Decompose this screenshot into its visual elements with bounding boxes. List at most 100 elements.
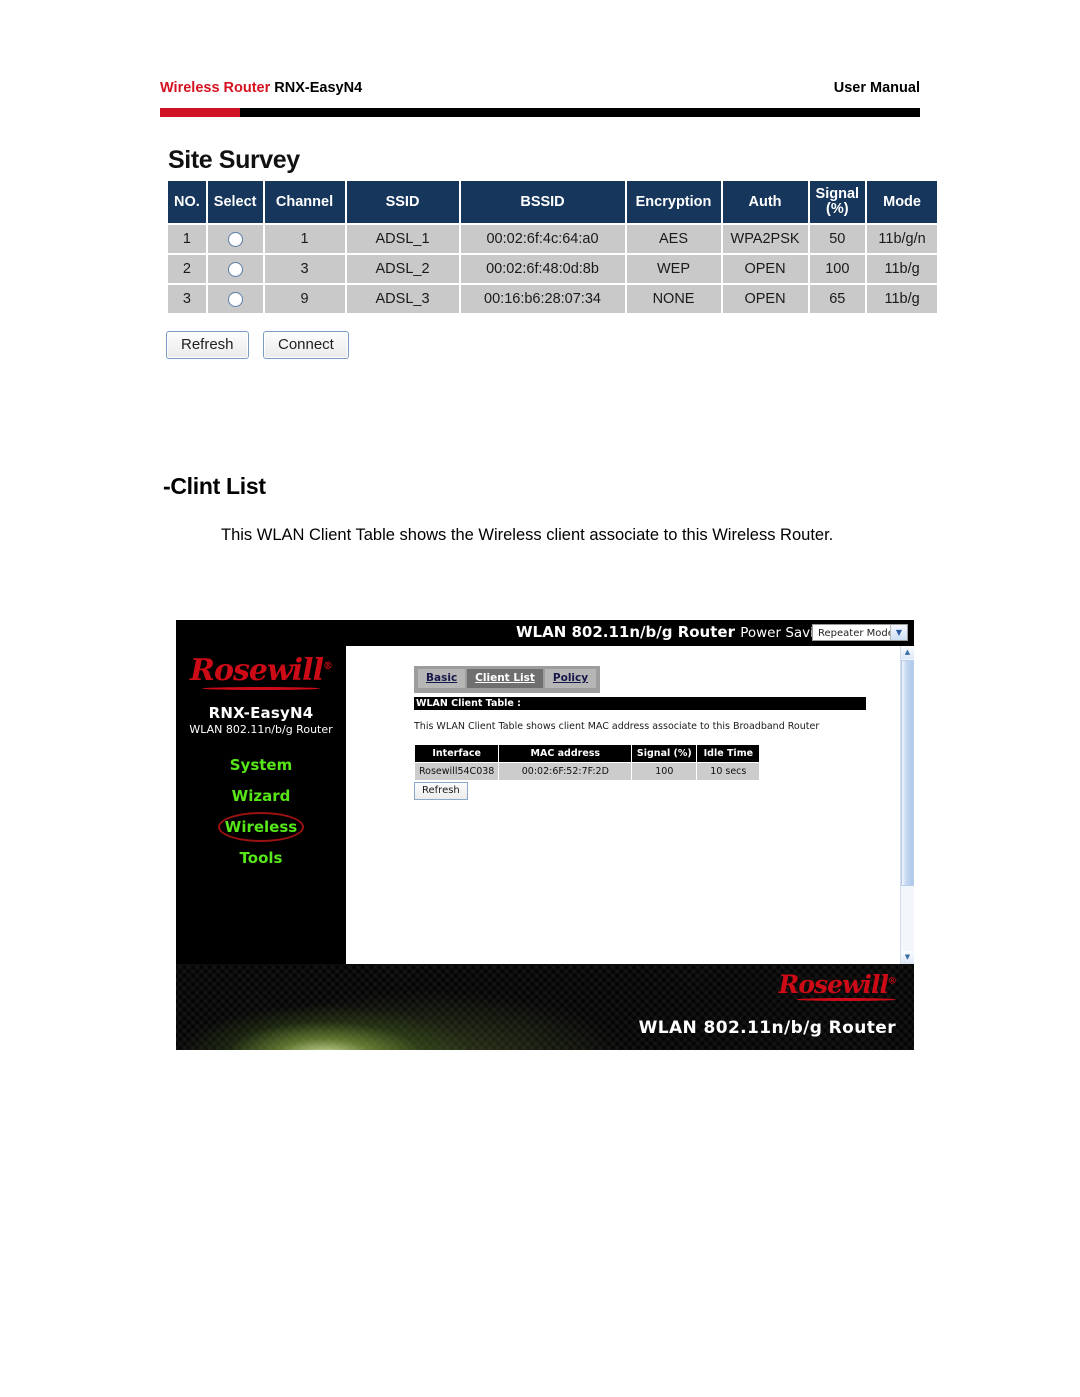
sidebar-item-system[interactable]: System: [176, 756, 346, 774]
column-header-channel: Channel: [264, 181, 345, 224]
cell-interface: Rosewill54C038: [415, 763, 499, 780]
page-title: -Clint List: [163, 473, 266, 499]
cell-channel: 1: [264, 225, 345, 254]
page-header: Wireless Router RNX-EasyN4 User Manual: [160, 80, 920, 120]
cell-select[interactable]: [207, 225, 263, 254]
wlan-client-table: Interface MAC address Signal (%) Idle Ti…: [414, 744, 760, 781]
mode-select[interactable]: Repeater Mode ▼: [812, 624, 908, 641]
column-header-signal-line1: Signal: [815, 186, 860, 202]
registered-mark-icon: ®: [888, 976, 897, 987]
vertical-scrollbar[interactable]: ▲ ▼: [900, 646, 914, 964]
header-product-model: RNX-EasyN4: [274, 80, 363, 96]
rosewill-banner-logo-text: Rosewill: [778, 970, 889, 999]
cell-bssid: 00:16:b6:28:07:34: [460, 285, 625, 314]
refresh-button[interactable]: Refresh: [166, 331, 249, 360]
router-sidebar: Rosewill® RNX-EasyN4 WLAN 802.11n/b/g Ro…: [176, 646, 346, 964]
tab-basic[interactable]: Basic: [418, 669, 466, 688]
mode-select-value: Repeater Mode: [818, 628, 894, 639]
radio-button-icon[interactable]: [227, 262, 243, 278]
client-refresh-button[interactable]: Refresh: [414, 782, 468, 800]
sidebar-item-wizard[interactable]: Wizard: [176, 787, 346, 805]
cell-mac: 00:02:6F:52:7F:2D: [499, 763, 632, 780]
router-topbar: WLAN 802.11n/b/g Router Power Saving Edi…: [176, 620, 914, 646]
site-survey-table: NO. Select Channel SSID BSSID Encryption…: [166, 179, 940, 316]
table-row: 3 9 ADSL_3 00:16:b6:28:07:34 NONE OPEN 6…: [168, 285, 938, 314]
column-header-encryption: Encryption: [626, 181, 721, 224]
section-paragraph: This WLAN Client Table shows the Wireles…: [193, 520, 920, 550]
cell-auth: OPEN: [722, 285, 808, 314]
table-row: Rosewill54C038 00:02:6F:52:7F:2D 100 10 …: [415, 763, 760, 780]
cell-no: 2: [168, 255, 206, 284]
scroll-down-arrow-icon[interactable]: ▼: [901, 951, 914, 964]
column-header-interface: Interface: [415, 745, 499, 762]
cell-bssid: 00:02:6f:48:0d:8b: [460, 255, 625, 284]
cell-mode: 11b/g/n: [867, 225, 938, 254]
table-row: 1 1 ADSL_1 00:02:6f:4c:64:a0 AES WPA2PSK…: [168, 225, 938, 254]
section-paragraph-text: This WLAN Client Table shows the Wireles…: [221, 526, 834, 544]
header-product-label: Wireless Router RNX-EasyN4: [160, 80, 362, 96]
cell-idle-time: 10 secs: [697, 763, 760, 780]
cell-encryption: WEP: [626, 255, 721, 284]
cell-signal: 50: [809, 225, 866, 254]
cell-ssid: ADSL_1: [346, 225, 459, 254]
rosewill-logo: Rosewill®: [176, 646, 346, 690]
cell-signal: 100: [809, 255, 866, 284]
scrollbar-thumb[interactable]: [901, 660, 914, 886]
sidebar-item-wireless[interactable]: Wireless: [176, 818, 346, 836]
cell-no: 1: [168, 225, 206, 254]
sidebar-item-tools[interactable]: Tools: [176, 849, 346, 867]
router-banner-title: WLAN 802.11n/b/g Router: [638, 1018, 896, 1038]
table-row: 2 3 ADSL_2 00:02:6f:48:0d:8b WEP OPEN 10…: [168, 255, 938, 284]
cell-ssid: ADSL_3: [346, 285, 459, 314]
column-header-mode: Mode: [867, 181, 938, 224]
cell-auth: WPA2PSK: [722, 225, 808, 254]
cell-signal: 65: [809, 285, 866, 314]
column-header-idle-time: Idle Time: [697, 745, 760, 762]
column-header-no: NO.: [168, 181, 206, 224]
header-rule: [160, 108, 920, 117]
cell-encryption: AES: [626, 225, 721, 254]
router-admin-screenshot: WLAN 802.11n/b/g Router Power Saving Edi…: [176, 620, 914, 1050]
column-header-signal: Signal (%): [809, 181, 866, 224]
cell-select[interactable]: [207, 285, 263, 314]
router-topbar-title-bold: WLAN 802.11n/b/g Router: [516, 623, 735, 641]
router-sidebar-menu: System Wizard Wireless Tools: [176, 756, 346, 867]
cell-signal: 100: [632, 763, 697, 780]
column-header-bssid: BSSID: [460, 181, 625, 224]
column-header-select: Select: [207, 181, 263, 224]
connect-button[interactable]: Connect: [262, 331, 349, 360]
header-doc-type: User Manual: [833, 80, 920, 96]
cell-mode: 11b/g: [867, 285, 938, 314]
cell-select[interactable]: [207, 255, 263, 284]
rosewill-logo-text: Rosewill: [190, 653, 324, 688]
radio-button-icon[interactable]: [227, 232, 243, 248]
client-table-heading: WLAN Client Table :: [414, 697, 866, 710]
tab-client-list[interactable]: Client List: [467, 669, 543, 688]
sidebar-model-name: RNX-EasyN4: [208, 704, 314, 722]
client-table-description: This WLAN Client Table shows client MAC …: [414, 721, 820, 732]
rosewill-banner-logo: Rosewill®: [778, 970, 897, 1001]
scroll-up-arrow-icon[interactable]: ▲: [901, 646, 914, 659]
router-tab-bar: Basic Client List Policy: [414, 666, 601, 693]
cell-mode: 11b/g: [867, 255, 938, 284]
cell-ssid: ADSL_2: [346, 255, 459, 284]
cell-bssid: 00:02:6f:4c:64:a0: [460, 225, 625, 254]
site-survey-actions: Refresh Connect: [166, 331, 939, 360]
column-header-mac: MAC address: [499, 745, 632, 762]
registered-mark-icon: ®: [322, 661, 333, 672]
router-content-pane: Basic Client List Policy WLAN Client Tab…: [346, 646, 914, 964]
sidebar-model-subtitle: WLAN 802.11n/b/g Router: [189, 723, 333, 736]
column-header-auth: Auth: [722, 181, 808, 224]
cell-encryption: NONE: [626, 285, 721, 314]
chevron-down-icon[interactable]: ▼: [890, 625, 907, 640]
cell-channel: 3: [264, 255, 345, 284]
site-survey-section: Site Survey NO. Select Channel SSID BSSI…: [166, 146, 940, 360]
tab-policy[interactable]: Policy: [544, 669, 597, 688]
radio-button-icon[interactable]: [227, 292, 243, 308]
site-survey-title: Site Survey: [168, 146, 300, 174]
column-header-signal: Signal (%): [632, 745, 697, 762]
header-product-red: Wireless Router: [160, 80, 271, 96]
column-header-ssid: SSID: [346, 181, 459, 224]
table-header-row: Interface MAC address Signal (%) Idle Ti…: [415, 745, 760, 762]
table-header-row: NO. Select Channel SSID BSSID Encryption…: [168, 181, 938, 224]
